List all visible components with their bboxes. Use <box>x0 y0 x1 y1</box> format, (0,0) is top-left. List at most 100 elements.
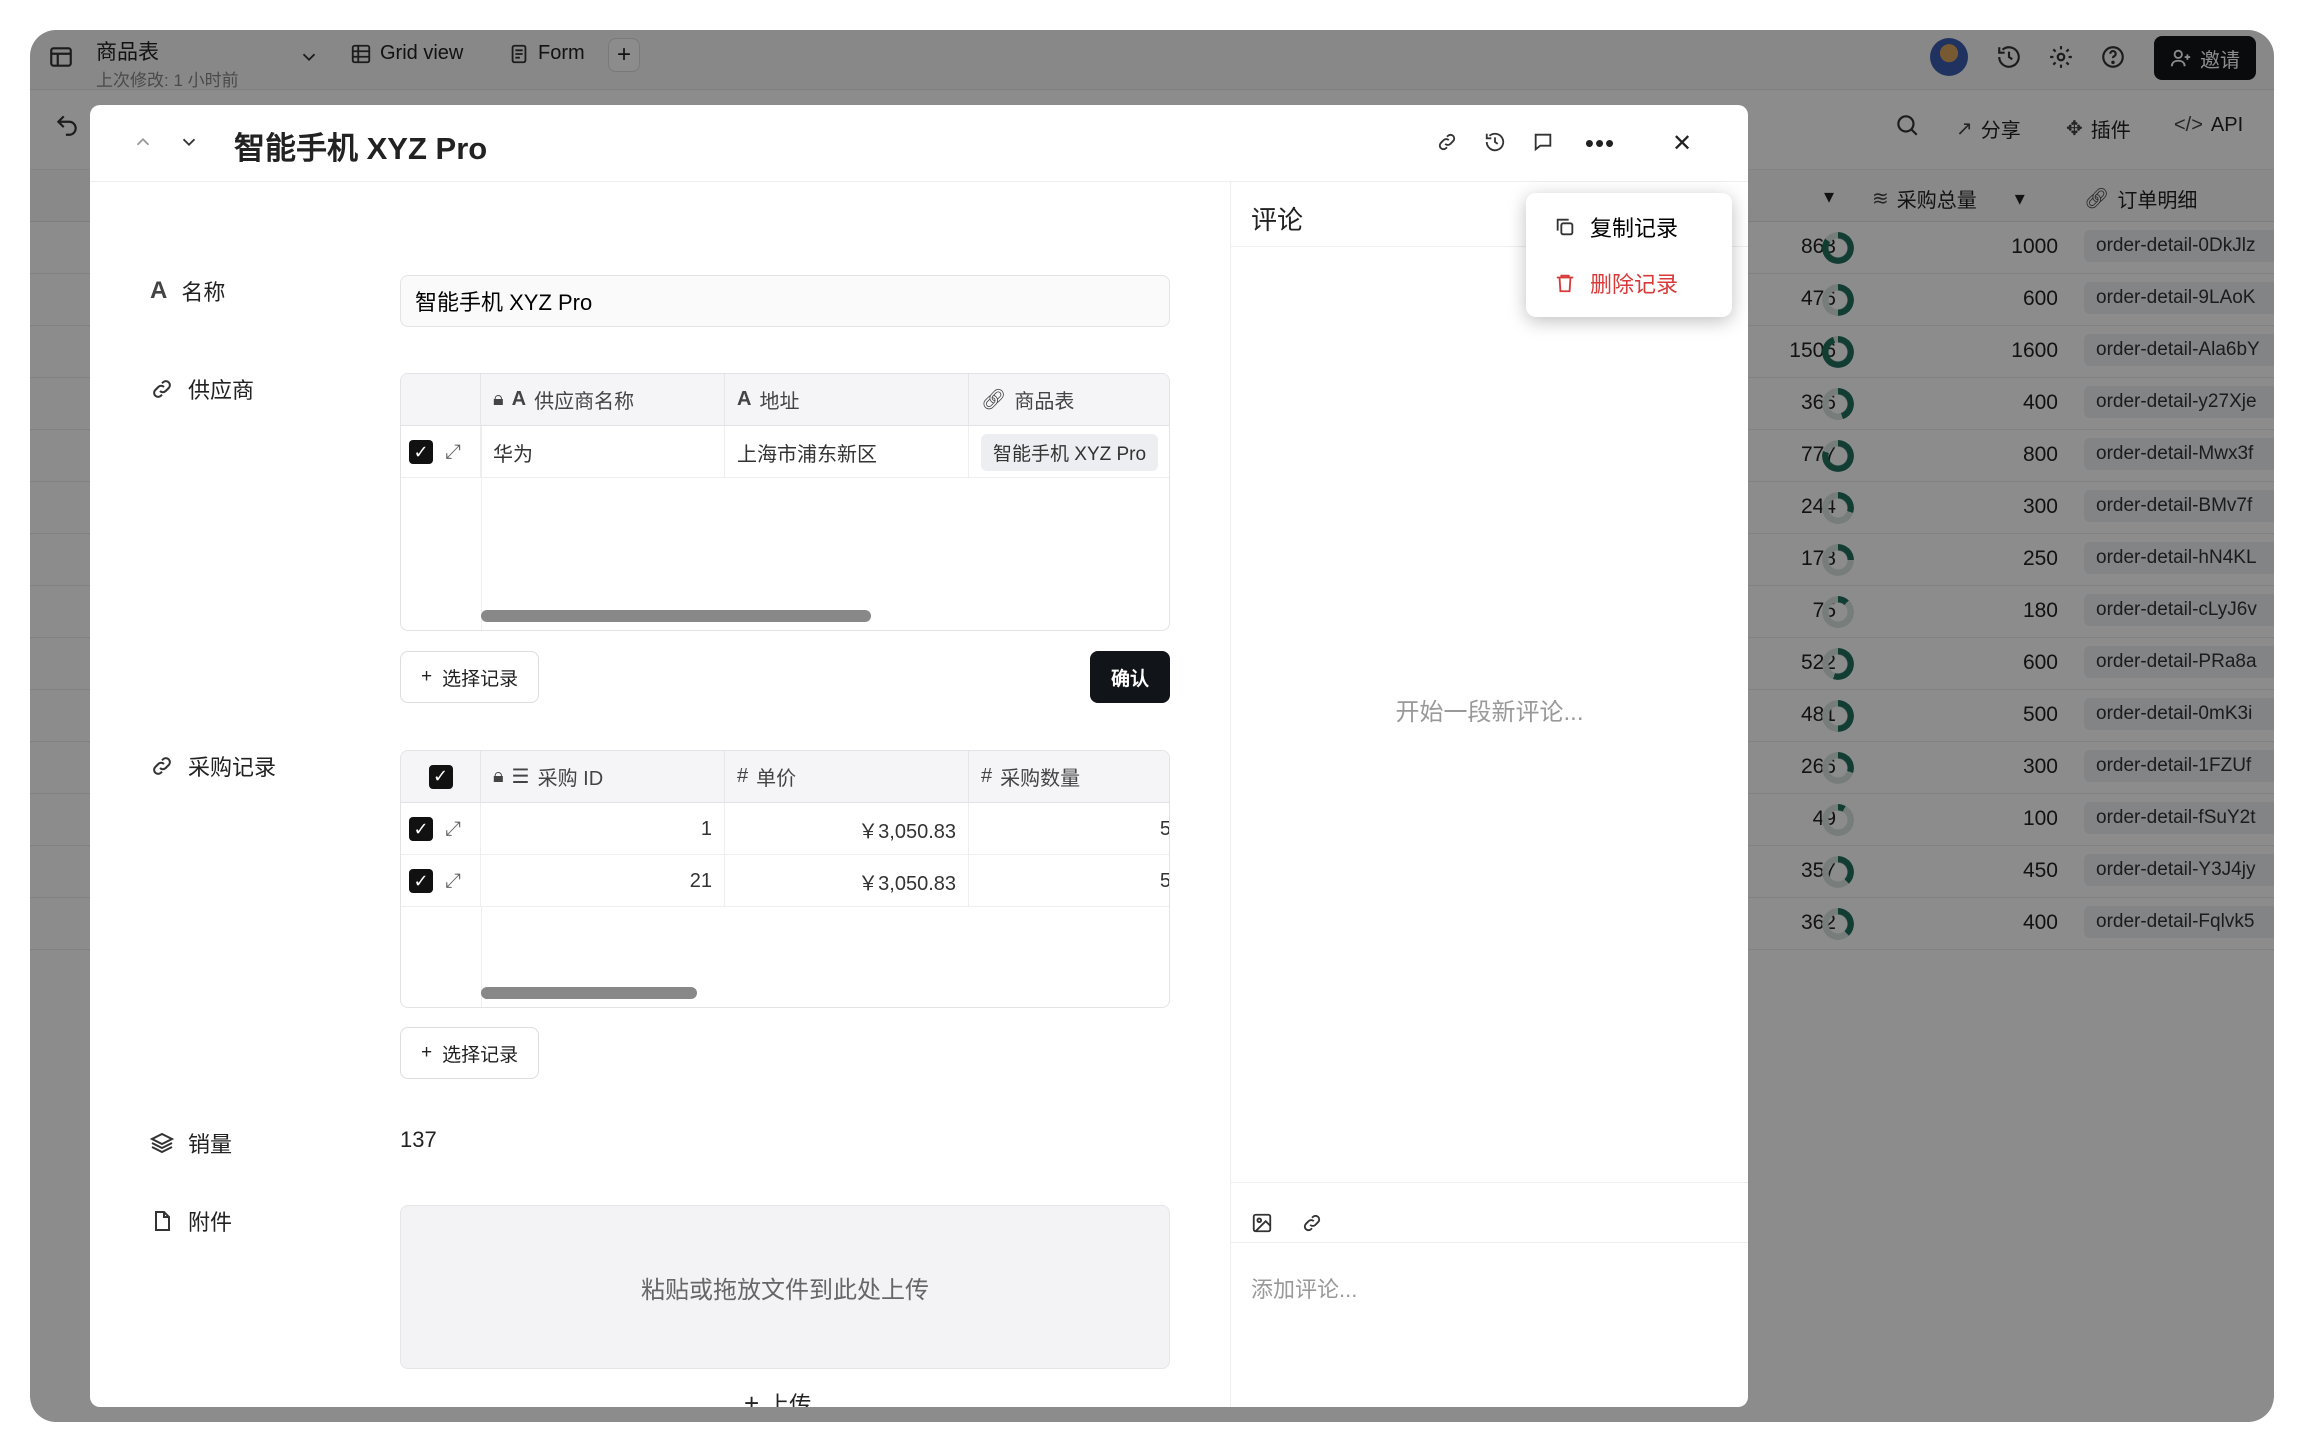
link-icon[interactable] <box>1436 131 1458 153</box>
row-checkbox[interactable]: ✓ <box>409 869 433 893</box>
column-header-supplier-name[interactable]: 🔒︎ A 供应商名称 <box>481 374 725 425</box>
more-actions-menu: 复制记录 删除记录 <box>1526 193 1732 317</box>
sales-label: 销量 <box>188 1132 233 1157</box>
number-field-icon: # <box>981 765 993 787</box>
horizontal-scrollbar[interactable] <box>481 610 871 622</box>
header-select-all[interactable]: ✓ <box>401 751 481 802</box>
column-header-product-table[interactable]: 🔗︎ 商品表 <box>969 374 1169 425</box>
select-record-button[interactable]: + 选择记录 <box>400 651 540 703</box>
product-tag: 智能手机 XYZ Pro <box>981 433 1159 471</box>
expand-icon[interactable]: ⤢ <box>445 870 461 893</box>
file-icon <box>150 1209 174 1233</box>
link-icon: 🔗︎ <box>981 389 1007 411</box>
record-title: 智能手机 XYZ Pro <box>234 131 488 166</box>
supplier-product-cell[interactable]: 智能手机 XYZ Pro <box>969 426 1169 478</box>
name-label: 名称 <box>181 280 226 305</box>
text-field-icon: A <box>737 388 752 410</box>
delete-record-item[interactable]: 删除记录 <box>1532 255 1726 311</box>
plus-icon: + <box>421 1042 433 1063</box>
sales-value[interactable]: 137 <box>400 1127 437 1153</box>
expand-icon[interactable]: ⤢ <box>445 441 461 464</box>
history-icon[interactable] <box>1484 131 1506 153</box>
field-label-name: A 名称 <box>150 275 225 307</box>
link-icon <box>150 377 174 401</box>
select-record-button[interactable]: + 选择记录 <box>400 1027 540 1079</box>
field-label-purchase: 采购记录 <box>150 750 276 782</box>
name-input[interactable]: 智能手机 XYZ Pro <box>400 275 1170 327</box>
select-record-label: 选择记录 <box>442 1044 519 1066</box>
attachment-label: 附件 <box>188 1210 233 1235</box>
comment-input[interactable]: 添加评论... <box>1251 1272 1357 1304</box>
row-controls: ✓ ⤢ <box>401 426 481 478</box>
comments-empty: 开始一段新评论... <box>1395 699 1584 726</box>
purchase-qty-cell[interactable]: 5 <box>969 803 1169 855</box>
list-number-icon: ☰ <box>511 766 530 788</box>
divider <box>481 426 482 630</box>
column-header-purchase-id[interactable]: 🔒︎ ☰ 采购 ID <box>481 751 725 802</box>
link-icon[interactable] <box>1301 1212 1323 1234</box>
more-icon: ••• <box>1584 128 1616 158</box>
text-field-icon: A <box>150 277 168 304</box>
column-label: 采购数量 <box>1000 768 1081 790</box>
column-label: 供应商名称 <box>534 391 635 413</box>
more-button[interactable]: ••• <box>1574 119 1626 167</box>
row-controls: ✓ ⤢ <box>401 803 481 855</box>
modal-header: 智能手机 XYZ Pro ••• ✕ <box>90 105 1748 182</box>
column-header-unit-price[interactable]: # 单价 <box>725 751 969 802</box>
supplier-table-header: 🔒︎ A 供应商名称 A 地址 🔗︎ 商品表 <box>401 374 1169 426</box>
image-icon[interactable] <box>1251 1212 1273 1234</box>
unit-price-cell[interactable]: ￥3,050.83 <box>725 855 969 907</box>
text-field-icon: A <box>511 388 527 410</box>
copy-record-label: 复制记录 <box>1590 216 1679 241</box>
column-header-address[interactable]: A 地址 <box>725 374 969 425</box>
purchase-qty-cell[interactable]: 5 <box>969 855 1169 907</box>
upload-dropzone[interactable]: 粘贴或拖放文件到此处上传 <box>400 1205 1170 1369</box>
supplier-address-cell[interactable]: 上海市浦东新区 <box>725 426 969 478</box>
divider <box>1231 1242 1748 1243</box>
divider <box>1231 1182 1748 1183</box>
row-checkbox[interactable]: ✓ <box>409 817 433 841</box>
supplier-row[interactable]: ✓ ⤢ 华为 上海市浦东新区 智能手机 XYZ Pro <box>401 426 1169 478</box>
next-record-icon[interactable] <box>178 131 200 153</box>
comments-title: 评论 <box>1251 205 1304 235</box>
plus-icon: + <box>421 666 433 687</box>
column-label: 商品表 <box>1014 391 1075 413</box>
supplier-name-cell[interactable]: 华为 <box>481 426 725 478</box>
field-label-sales: 销量 <box>150 1127 232 1159</box>
copy-record-item[interactable]: 复制记录 <box>1532 199 1726 255</box>
confirm-button[interactable]: 确认 <box>1090 651 1171 703</box>
delete-record-label: 删除记录 <box>1590 272 1679 297</box>
field-label-attachment: 附件 <box>150 1205 232 1237</box>
close-icon[interactable]: ✕ <box>1672 129 1692 158</box>
supplier-label: 供应商 <box>188 378 255 403</box>
number-field-icon: # <box>737 765 749 787</box>
layers-icon <box>150 1131 174 1155</box>
comment-icon[interactable] <box>1532 131 1554 153</box>
lock-icon: 🔒︎ <box>493 765 504 787</box>
prev-record-icon[interactable] <box>132 131 154 153</box>
purchase-id-cell[interactable]: 21 <box>481 855 725 907</box>
expand-icon[interactable]: ⤢ <box>445 818 461 841</box>
row-controls: ✓ ⤢ <box>401 855 481 907</box>
app-window: 商品表 上次修改: 1 小时前 Grid view Form + 邀请 ↗ 分享… <box>30 30 2274 1422</box>
purchase-label: 采购记录 <box>188 755 277 780</box>
purchase-row[interactable]: ✓ ⤢ 21 ￥3,050.83 5 <box>401 855 1169 907</box>
select-all-checkbox[interactable]: ✓ <box>428 764 453 789</box>
record-modal: 智能手机 XYZ Pro ••• ✕ A 名称 智能手机 XYZ Pro 供应商 <box>90 105 1748 1407</box>
row-checkbox[interactable]: ✓ <box>409 440 433 464</box>
plus-icon: + <box>744 1387 760 1408</box>
purchase-id-cell[interactable]: 1 <box>481 803 725 855</box>
link-icon <box>150 754 174 778</box>
column-label: 采购 ID <box>537 768 604 790</box>
upload-button[interactable]: + 上传 <box>744 1387 812 1408</box>
lock-icon: 🔒︎ <box>493 388 504 410</box>
copy-icon <box>1554 216 1576 238</box>
purchase-table-header: ✓ 🔒︎ ☰ 采购 ID # 单价 # 采购数量 <box>401 751 1169 803</box>
unit-price-cell[interactable]: ￥3,050.83 <box>725 803 969 855</box>
purchase-row[interactable]: ✓ ⤢ 1 ￥3,050.83 5 <box>401 803 1169 855</box>
field-label-supplier: 供应商 <box>150 373 254 405</box>
upload-label: 上传 <box>767 1392 812 1407</box>
trash-icon <box>1554 272 1576 294</box>
column-header-purchase-qty[interactable]: # 采购数量 <box>969 751 1169 802</box>
horizontal-scrollbar[interactable] <box>481 987 697 999</box>
